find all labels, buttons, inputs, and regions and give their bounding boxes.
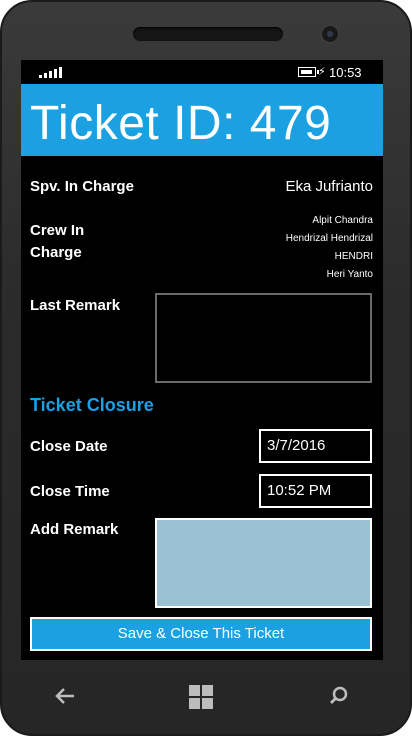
windows-start-icon[interactable]	[189, 685, 213, 709]
close-date-picker[interactable]: 3/7/2016	[259, 429, 372, 463]
close-time-label: Close Time	[30, 483, 110, 500]
screen: ⚡ 10:53 Ticket ID: 479 Spv. In Charge Ek…	[21, 60, 383, 660]
crew-member: Alpit Chandra	[312, 215, 373, 226]
last-remark-textbox[interactable]	[155, 293, 372, 383]
back-arrow-glyph	[55, 688, 74, 704]
crew-member: Heri Yanto	[326, 269, 373, 280]
battery-charging-icon	[298, 67, 319, 77]
crew-member: Hendrizal Hendrizal	[285, 233, 373, 244]
crew-in-charge-label-line2: Charge	[30, 244, 82, 261]
ticket-closure-heading: Ticket Closure	[30, 395, 154, 415]
signal-strength-icon	[39, 66, 62, 78]
phone-frame: ⚡ 10:53 Ticket ID: 479 Spv. In Charge Ek…	[0, 0, 412, 736]
charging-plug-icon: ⚡	[318, 66, 326, 78]
back-arrow-icon[interactable]	[54, 687, 76, 711]
save-close-ticket-button[interactable]: Save & Close This Ticket	[30, 617, 372, 651]
close-time-picker[interactable]: 10:52 PM	[259, 474, 372, 508]
spv-in-charge-label: Spv. In Charge	[30, 178, 134, 195]
front-camera	[320, 24, 340, 44]
status-time: 10:53	[329, 65, 362, 80]
search-glyph	[330, 686, 348, 704]
status-bar: ⚡ 10:53	[21, 60, 383, 84]
crew-list: Alpit Chandra Hendrizal Hendrizal HENDRI…	[203, 212, 373, 284]
search-icon[interactable]	[329, 686, 349, 706]
close-date-label: Close Date	[30, 438, 108, 455]
spv-in-charge-value: Eka Jufrianto	[285, 178, 373, 195]
crew-member: HENDRI	[334, 251, 373, 262]
add-remark-label: Add Remark	[30, 521, 119, 538]
last-remark-label: Last Remark	[30, 297, 121, 314]
earpiece-speaker	[133, 27, 283, 41]
page-title: Ticket ID: 479	[30, 97, 332, 150]
page-header: Ticket ID: 479	[21, 84, 383, 156]
crew-in-charge-label-line1: Crew In	[30, 222, 85, 239]
add-remark-textbox[interactable]	[155, 518, 372, 608]
